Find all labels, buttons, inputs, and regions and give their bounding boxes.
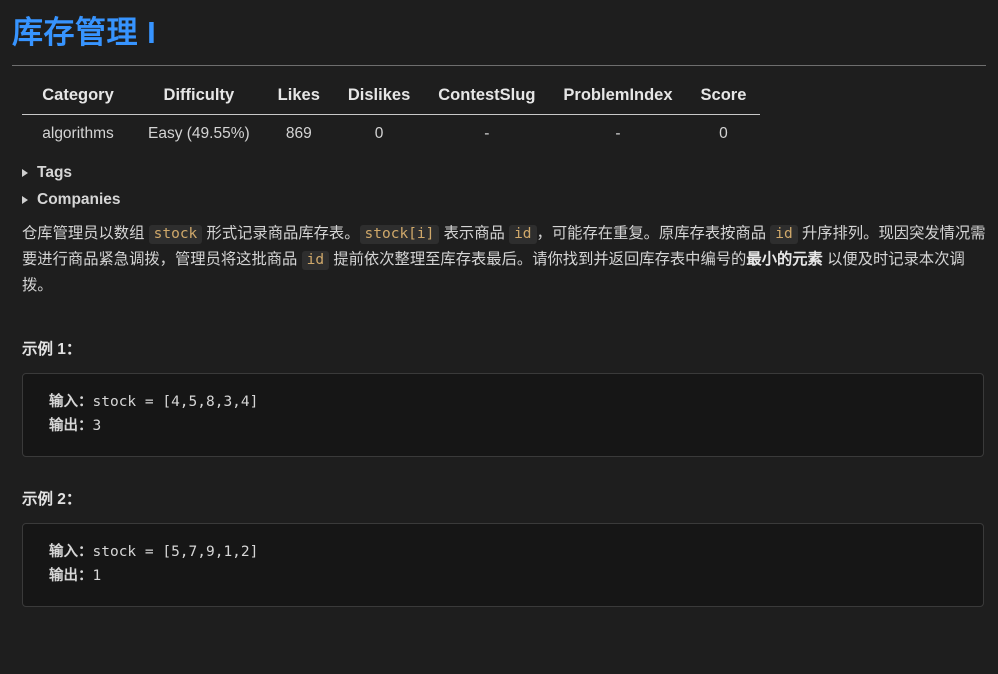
desc-text-4: ，可能存在重复。原库存表按商品 bbox=[536, 225, 771, 243]
desc-text-1: 仓库管理员以数组 bbox=[22, 225, 149, 243]
inline-code-id-1: id bbox=[509, 225, 537, 245]
collapsible-tags-label: Tags bbox=[37, 163, 73, 181]
collapsible-tags[interactable]: Tags bbox=[22, 161, 986, 186]
desc-text-6: 提前依次整理至库存表最后。请你找到并返回库存表中编号的 bbox=[329, 251, 747, 269]
example-1-input-value: stock = [4,5,8,3,4] bbox=[92, 394, 259, 411]
triangle-right-icon bbox=[22, 195, 28, 204]
triangle-right-icon bbox=[22, 169, 28, 178]
inline-code-stock-i: stock[i] bbox=[359, 225, 440, 245]
example-1-input-label: 输入： bbox=[49, 394, 93, 411]
example-2-codeblock: 输入：stock = [5,7,9,1,2] 输出：1 bbox=[22, 523, 984, 608]
column-header-category: Category bbox=[22, 81, 134, 115]
example-2-output-label: 输出： bbox=[49, 568, 93, 585]
collapsible-sections: Tags Companies bbox=[22, 161, 986, 213]
column-header-score: Score bbox=[686, 81, 761, 115]
cell-difficulty: Easy (49.55%) bbox=[148, 124, 250, 142]
table-header-row: Category Difficulty Likes Dislikes Conte… bbox=[22, 81, 761, 115]
cell-likes: 869 bbox=[285, 124, 312, 142]
column-header-difficulty: Difficulty bbox=[134, 81, 264, 115]
cell-problem-index: - bbox=[615, 124, 621, 142]
desc-bold-phrase: 最小的元素 bbox=[746, 251, 823, 269]
example-2-input-label: 输入： bbox=[49, 544, 93, 561]
column-header-likes: Likes bbox=[263, 81, 334, 115]
table-row: algorithms Easy (49.55%) 869 0 - - 0 bbox=[22, 114, 760, 151]
column-header-dislikes: Dislikes bbox=[333, 81, 425, 115]
cell-category: algorithms bbox=[42, 124, 114, 142]
example-1-output-value: 3 bbox=[92, 418, 102, 435]
column-header-problemindex: ProblemIndex bbox=[549, 81, 687, 115]
inline-code-id-3: id bbox=[301, 251, 330, 271]
cell-score: 0 bbox=[719, 124, 728, 142]
cell-dislikes: 0 bbox=[374, 124, 384, 142]
inline-code-stock: stock bbox=[148, 225, 203, 245]
problem-meta-table: Category Difficulty Likes Dislikes Conte… bbox=[22, 81, 761, 151]
collapsible-companies-label: Companies bbox=[37, 190, 121, 208]
example-1-title: 示例 1： bbox=[22, 341, 82, 359]
inline-code-id-2: id bbox=[770, 225, 798, 245]
example-1-codeblock: 输入：stock = [4,5,8,3,4] 输出：3 bbox=[22, 373, 984, 458]
desc-text-3: 表示商品 bbox=[439, 225, 510, 243]
example-2-output-value: 1 bbox=[92, 568, 102, 585]
example-2-input-value: stock = [5,7,9,1,2] bbox=[92, 544, 259, 561]
cell-contest-slug: - bbox=[484, 124, 490, 142]
problem-description: 仓库管理员以数组 stock 形式记录商品库存表。 stock[i] 表示商品 i… bbox=[22, 221, 990, 299]
page-title: 库存管理 I bbox=[12, 15, 157, 50]
column-header-contestslug: ContestSlug bbox=[424, 81, 550, 115]
collapsible-companies[interactable]: Companies bbox=[22, 188, 986, 213]
problem-page: 库存管理 I Category Difficulty Likes Dislike… bbox=[0, 0, 998, 608]
example-2-title: 示例 2： bbox=[22, 491, 82, 509]
title-divider bbox=[12, 64, 986, 66]
desc-text-2: 形式记录商品库存表。 bbox=[202, 225, 360, 243]
example-1-output-label: 输出： bbox=[49, 418, 93, 435]
